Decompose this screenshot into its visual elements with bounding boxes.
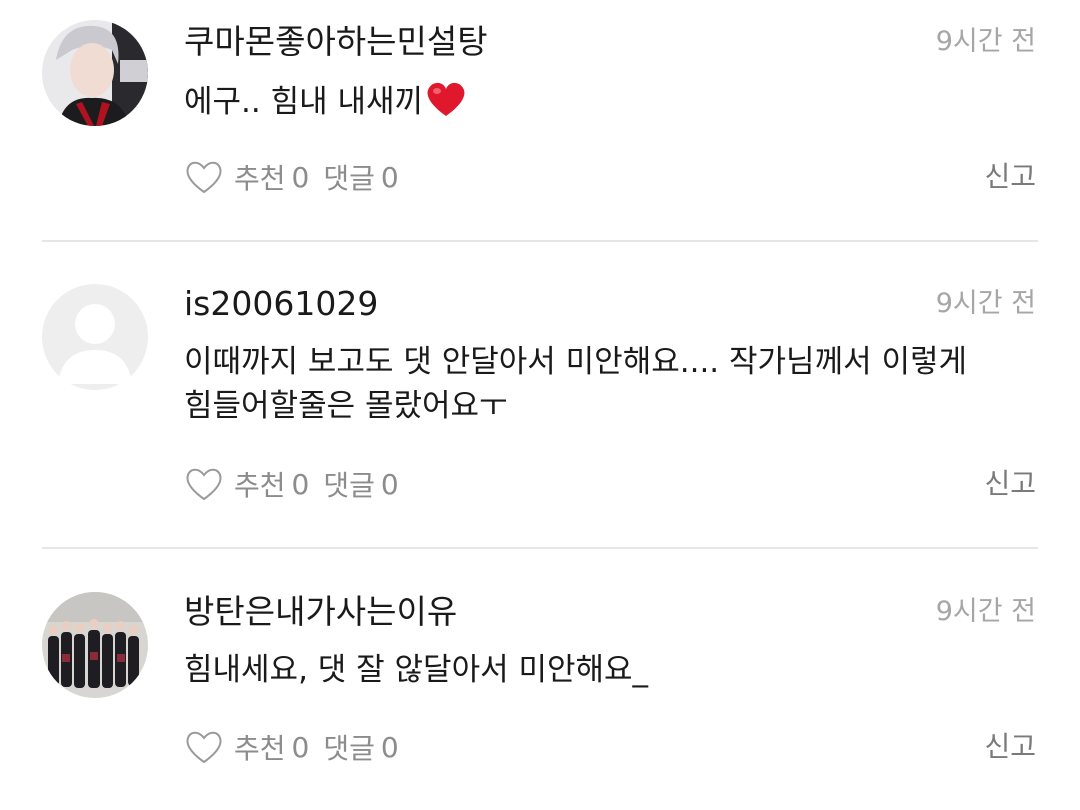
user-avatar[interactable] [42,20,148,126]
comment-time: 9시간 전 [935,288,1036,319]
like-count: 0 [291,467,310,501]
comment-username[interactable]: 쿠마몬좋아하는민설탕 [184,22,488,62]
comment-username[interactable]: is20061029 [184,284,378,324]
like-heart-icon[interactable] [184,157,224,197]
heart-emoji-icon [425,80,467,130]
like-heart-icon[interactable] [184,727,224,767]
comment-time: 9시간 전 [935,596,1036,627]
comment-time: 9시간 전 [935,26,1036,57]
replies-count: 0 [380,467,399,501]
comment-actions: 추천 0 댓글 0 [184,157,399,197]
like-count: 0 [291,160,310,194]
report-button[interactable]: 신고 [984,464,1036,504]
like-count: 0 [291,730,310,764]
comment-text-line: 힘들어할줄은 몰랐어요ㅜ [184,388,508,424]
replies-label[interactable]: 댓글 [323,464,375,504]
replies-count: 0 [380,730,399,764]
report-button[interactable]: 신고 [984,157,1036,197]
default-user-avatar-icon [42,284,148,390]
user-avatar[interactable] [42,592,148,698]
like-label[interactable]: 추천 [234,727,286,767]
comment-item: 쿠마몬좋아하는민설탕 9시간 전 에구.. 힘내 내새끼 추천 0 댓글 0 신… [0,0,1080,240]
comment-item: is20061029 9시간 전 이때까지 보고도 댓 안달아서 미안해요...… [0,242,1080,547]
comment-text-content: 에구.. 힘내 내새끼 [184,84,424,120]
like-heart-icon[interactable] [184,464,224,504]
comment-actions: 추천 0 댓글 0 [184,727,399,767]
replies-count: 0 [380,160,399,194]
replies-label[interactable]: 댓글 [323,157,375,197]
photo-avatar-image [42,20,148,126]
user-avatar[interactable] [42,284,148,390]
comment-text-line: 이때까지 보고도 댓 안달아서 미안해요.... 작가님께서 이렇게 [184,344,968,380]
comment-item: 방탄은내가사는이유 9시간 전 힘내세요, 댓 잘 않달아서 미안해요_ 추천 … [0,549,1080,810]
like-label[interactable]: 추천 [234,464,286,504]
group-photo-avatar-image [42,592,148,698]
comment-text: 에구.. 힘내 내새끼 [184,80,1044,130]
comment-text: 힘내세요, 댓 잘 않달아서 미안해요_ [184,652,649,688]
comment-actions: 추천 0 댓글 0 [184,464,399,504]
comment-text: 이때까지 보고도 댓 안달아서 미안해요.... 작가님께서 이렇게 힘들어할줄… [184,340,1044,428]
like-label[interactable]: 추천 [234,157,286,197]
replies-label[interactable]: 댓글 [323,727,375,767]
report-button[interactable]: 신고 [984,727,1036,767]
comment-username[interactable]: 방탄은내가사는이유 [184,592,457,632]
